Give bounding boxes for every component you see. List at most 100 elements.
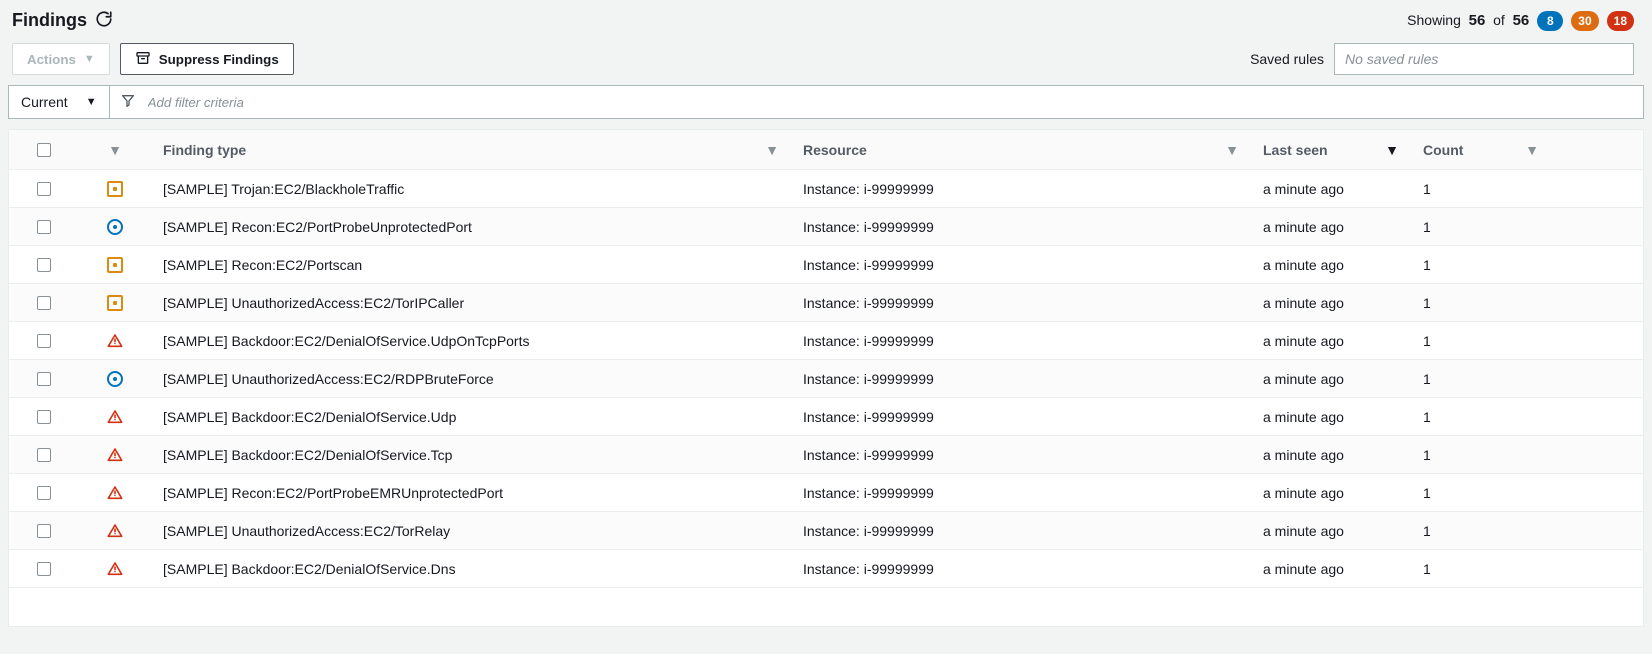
last-seen-cell: a minute ago	[1263, 447, 1344, 463]
severity-medium-icon	[107, 295, 123, 311]
row-checkbox[interactable]	[37, 372, 51, 386]
severity-medium-icon	[107, 257, 123, 273]
chevron-down-icon: ▼	[86, 96, 97, 108]
finding-type-cell: [SAMPLE] Backdoor:EC2/DenialOfService.Ud…	[163, 333, 530, 349]
last-seen-cell: a minute ago	[1263, 181, 1344, 197]
count-cell: 1	[1423, 333, 1431, 349]
filter-input[interactable]	[146, 94, 1633, 111]
resource-cell: Instance: i-99999999	[803, 219, 934, 235]
table-row[interactable]: [SAMPLE] Backdoor:EC2/DenialOfService.Ud…	[9, 398, 1643, 436]
actions-label: Actions	[27, 52, 76, 67]
archive-icon	[135, 50, 151, 69]
severity-badge-high[interactable]: 18	[1607, 11, 1634, 31]
last-seen-cell: a minute ago	[1263, 523, 1344, 539]
chevron-down-icon: ▼	[84, 53, 95, 65]
row-checkbox[interactable]	[37, 258, 51, 272]
finding-type-cell: [SAMPLE] Backdoor:EC2/DenialOfService.Tc…	[163, 447, 452, 463]
sort-resource[interactable]: ▼	[1225, 142, 1239, 158]
resource-cell: Instance: i-99999999	[803, 295, 934, 311]
count-cell: 1	[1423, 485, 1431, 501]
resource-cell: Instance: i-99999999	[803, 523, 934, 539]
finding-type-cell: [SAMPLE] UnauthorizedAccess:EC2/TorRelay	[163, 523, 450, 539]
count-cell: 1	[1423, 561, 1431, 577]
table-row[interactable]: [SAMPLE] UnauthorizedAccess:EC2/RDPBrute…	[9, 360, 1643, 398]
severity-high-icon	[107, 333, 123, 349]
finding-type-cell: [SAMPLE] Backdoor:EC2/DenialOfService.Dn…	[163, 561, 456, 577]
severity-medium-icon	[107, 181, 123, 197]
table-row[interactable]: [SAMPLE] Recon:EC2/PortProbeUnprotectedP…	[9, 208, 1643, 246]
table-row[interactable]: [SAMPLE] UnauthorizedAccess:EC2/TorRelay…	[9, 512, 1643, 550]
table-row[interactable]: [SAMPLE] Backdoor:EC2/DenialOfService.Tc…	[9, 436, 1643, 474]
resource-cell: Instance: i-99999999	[803, 371, 934, 387]
row-checkbox[interactable]	[37, 524, 51, 538]
row-checkbox[interactable]	[37, 182, 51, 196]
count-cell: 1	[1423, 523, 1431, 539]
showing-count: Showing 56 of 56	[1407, 12, 1529, 29]
severity-high-icon	[107, 409, 123, 425]
table-row[interactable]: [SAMPLE] Backdoor:EC2/DenialOfService.Ud…	[9, 322, 1643, 360]
last-seen-cell: a minute ago	[1263, 409, 1344, 425]
count-cell: 1	[1423, 295, 1431, 311]
sort-count[interactable]: ▼	[1525, 142, 1539, 158]
filter-icon	[120, 93, 136, 112]
last-seen-cell: a minute ago	[1263, 219, 1344, 235]
count-cell: 1	[1423, 257, 1431, 273]
table-row[interactable]: [SAMPLE] Recon:EC2/PortProbeEMRUnprotect…	[9, 474, 1643, 512]
suppress-findings-button[interactable]: Suppress Findings	[120, 43, 294, 75]
resource-cell: Instance: i-99999999	[803, 447, 934, 463]
finding-type-cell: [SAMPLE] UnauthorizedAccess:EC2/RDPBrute…	[163, 371, 494, 387]
last-seen-cell: a minute ago	[1263, 485, 1344, 501]
severity-low-icon	[107, 371, 123, 387]
severity-low-icon	[107, 219, 123, 235]
select-all-checkbox[interactable]	[37, 143, 51, 157]
resource-cell: Instance: i-99999999	[803, 181, 934, 197]
row-checkbox[interactable]	[37, 562, 51, 576]
last-seen-cell: a minute ago	[1263, 295, 1344, 311]
last-seen-cell: a minute ago	[1263, 371, 1344, 387]
row-checkbox[interactable]	[37, 448, 51, 462]
row-checkbox[interactable]	[37, 486, 51, 500]
count-cell: 1	[1423, 371, 1431, 387]
filter-scope-select[interactable]: Current ▼	[9, 86, 110, 118]
saved-rules-label: Saved rules	[1250, 51, 1324, 67]
severity-badge-medium[interactable]: 30	[1571, 11, 1598, 31]
last-seen-cell: a minute ago	[1263, 561, 1344, 577]
severity-high-icon	[107, 447, 123, 463]
table-row[interactable]: [SAMPLE] Recon:EC2/PortscanInstance: i-9…	[9, 246, 1643, 284]
last-seen-cell: a minute ago	[1263, 333, 1344, 349]
refresh-icon[interactable]	[95, 10, 113, 31]
saved-rules-placeholder: No saved rules	[1345, 51, 1438, 67]
sort-last-seen[interactable]: ▼	[1385, 142, 1399, 158]
finding-type-cell: [SAMPLE] Trojan:EC2/BlackholeTraffic	[163, 181, 404, 197]
sort-severity[interactable]: ▼	[108, 142, 122, 158]
count-cell: 1	[1423, 409, 1431, 425]
count-cell: 1	[1423, 219, 1431, 235]
table-row[interactable]: [SAMPLE] UnauthorizedAccess:EC2/TorIPCal…	[9, 284, 1643, 322]
saved-rules-select[interactable]: No saved rules	[1334, 43, 1634, 75]
row-checkbox[interactable]	[37, 296, 51, 310]
actions-dropdown[interactable]: Actions ▼	[12, 43, 110, 75]
column-header-last-seen: Last seen	[1263, 142, 1328, 158]
filter-scope-label: Current	[21, 94, 68, 110]
resource-cell: Instance: i-99999999	[803, 561, 934, 577]
table-row[interactable]: [SAMPLE] Backdoor:EC2/DenialOfService.Dn…	[9, 550, 1643, 588]
column-header-finding-type: Finding type	[163, 142, 246, 158]
resource-cell: Instance: i-99999999	[803, 485, 934, 501]
page-title: Findings	[12, 10, 87, 31]
resource-cell: Instance: i-99999999	[803, 409, 934, 425]
sort-finding-type[interactable]: ▼	[765, 142, 779, 158]
suppress-label: Suppress Findings	[159, 52, 279, 67]
row-checkbox[interactable]	[37, 410, 51, 424]
row-checkbox[interactable]	[37, 220, 51, 234]
finding-type-cell: [SAMPLE] Recon:EC2/PortProbeUnprotectedP…	[163, 219, 472, 235]
count-cell: 1	[1423, 447, 1431, 463]
finding-type-cell: [SAMPLE] UnauthorizedAccess:EC2/TorIPCal…	[163, 295, 464, 311]
finding-type-cell: [SAMPLE] Backdoor:EC2/DenialOfService.Ud…	[163, 409, 456, 425]
column-header-resource: Resource	[803, 142, 867, 158]
table-row[interactable]: [SAMPLE] Trojan:EC2/BlackholeTraffic Inst…	[9, 170, 1643, 208]
severity-high-icon	[107, 561, 123, 577]
finding-type-cell: [SAMPLE] Recon:EC2/Portscan	[163, 257, 362, 273]
row-checkbox[interactable]	[37, 334, 51, 348]
severity-badge-low[interactable]: 8	[1537, 11, 1563, 31]
finding-type-cell: [SAMPLE] Recon:EC2/PortProbeEMRUnprotect…	[163, 485, 503, 501]
